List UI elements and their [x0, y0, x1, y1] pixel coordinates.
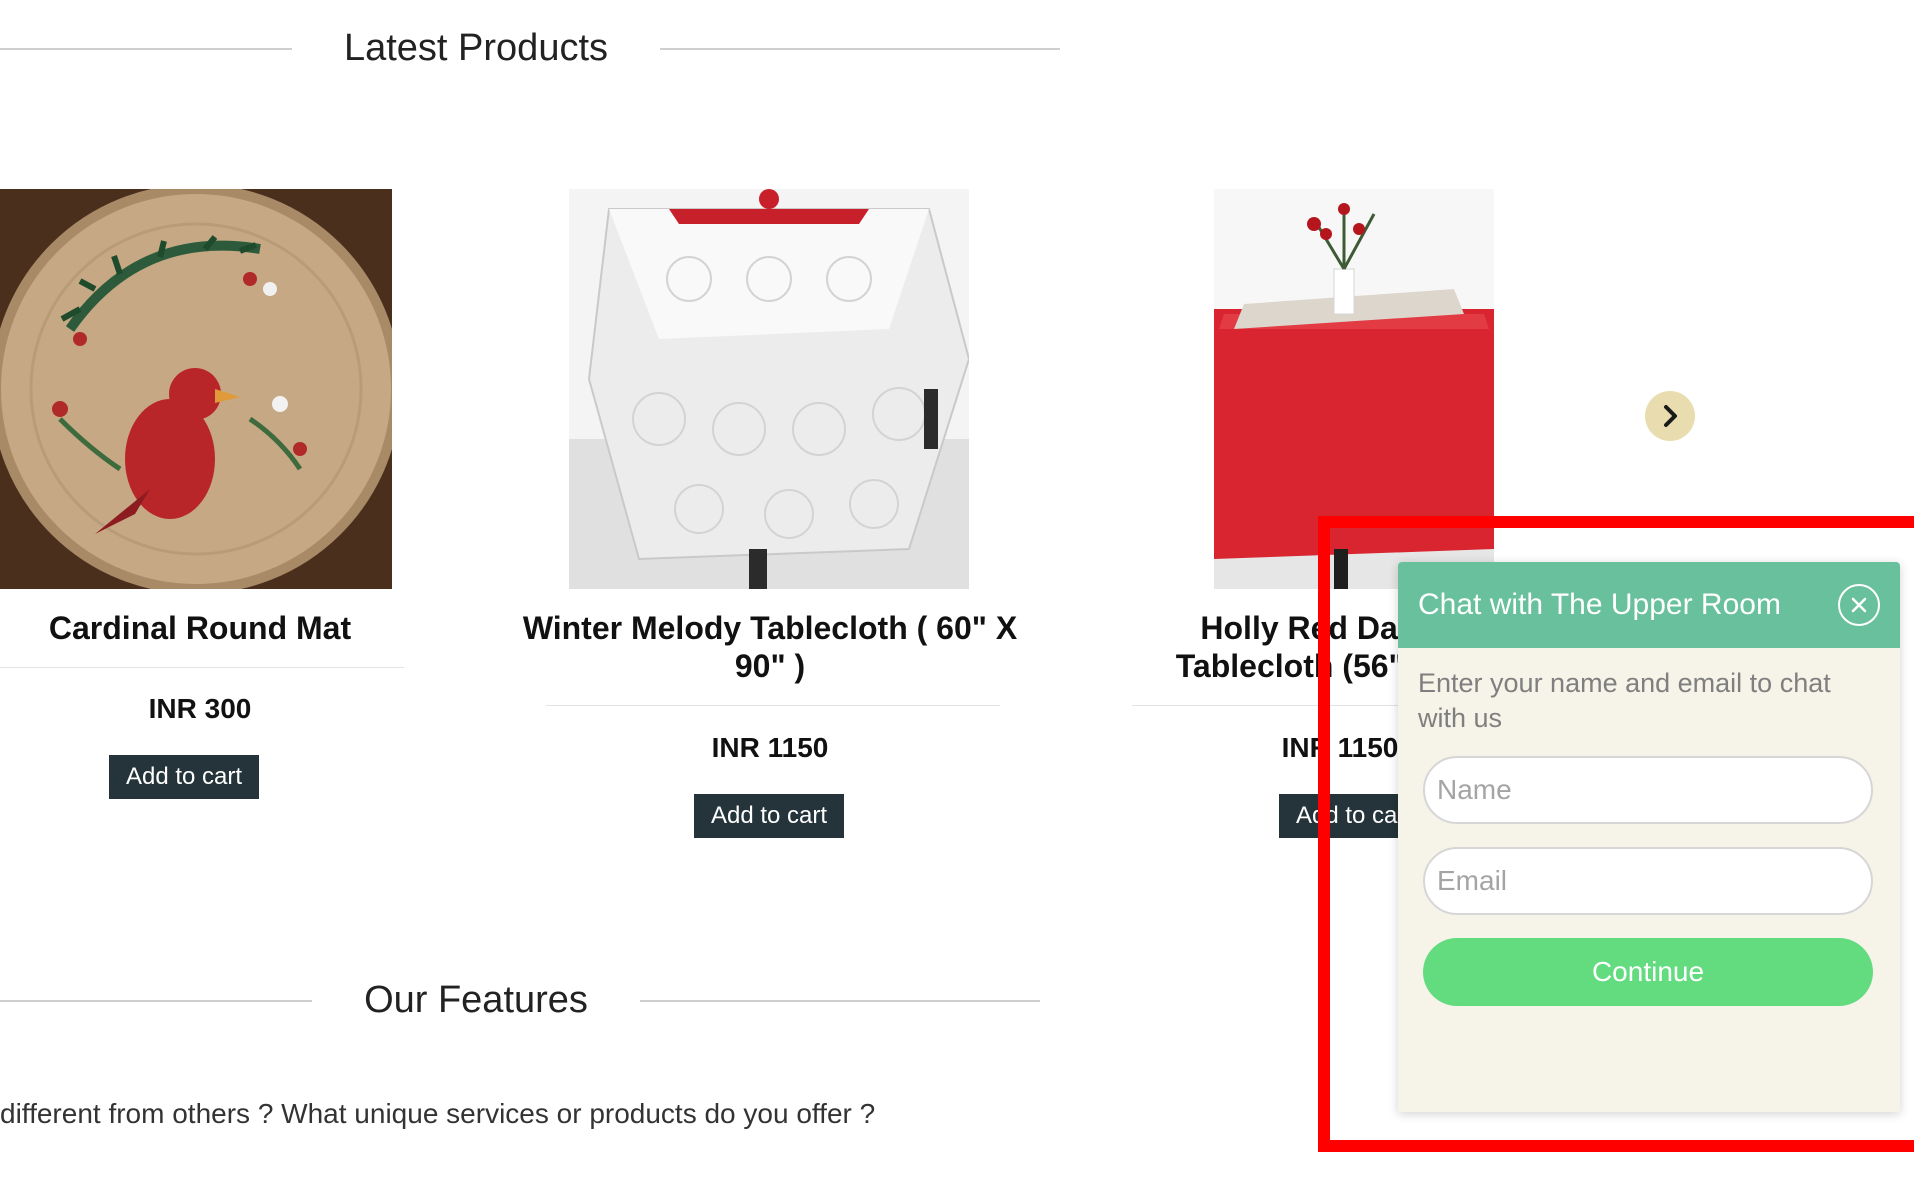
product-divider — [546, 705, 1000, 706]
chat-name-input[interactable] — [1423, 756, 1873, 824]
product-image[interactable] — [1214, 189, 1494, 589]
chat-email-input[interactable] — [1423, 847, 1873, 915]
close-icon — [1851, 597, 1867, 613]
add-to-cart-button[interactable]: Add to cart — [109, 755, 259, 799]
product-divider — [0, 667, 404, 668]
heading-divider-left — [0, 1000, 312, 1002]
product-name[interactable]: Winter Melody Tablecloth ( 60" X 90" ) — [510, 609, 1030, 685]
chat-widget: Chat with The Upper Room Enter your name… — [1398, 562, 1900, 1112]
heading-divider-right — [660, 48, 1060, 50]
heading-divider-right — [640, 1000, 1040, 1002]
our-features-title: Our Features — [364, 979, 588, 1021]
latest-products-title: Latest Products — [343, 27, 609, 69]
chat-continue-button[interactable]: Continue — [1423, 938, 1873, 1006]
product-card: Cardinal Round Mat INR 300 Add to cart — [0, 189, 404, 809]
product-price: INR 300 — [148, 693, 252, 724]
product-name[interactable]: Cardinal Round Mat — [0, 609, 400, 647]
product-image[interactable] — [569, 189, 969, 589]
our-features-heading: Our Features — [0, 970, 1060, 1030]
chat-header: Chat with The Upper Room — [1398, 562, 1900, 648]
chevron-right-icon — [1664, 405, 1677, 427]
add-to-cart-button[interactable]: Add to cart — [694, 794, 844, 838]
chat-title: Chat with The Upper Room — [1418, 588, 1781, 621]
carousel-next-button[interactable] — [1645, 391, 1695, 441]
heading-divider-left — [0, 48, 292, 50]
features-description: different from others ? What unique serv… — [0, 1098, 876, 1129]
chat-close-button[interactable] — [1838, 584, 1880, 626]
product-price: INR 1150 — [711, 732, 829, 763]
chat-prompt-text: Enter your name and email to chat with u… — [1418, 668, 1831, 733]
product-card: Winter Melody Tablecloth ( 60" X 90" ) I… — [510, 189, 1030, 849]
product-image[interactable] — [0, 189, 392, 589]
latest-products-heading: Latest Products — [0, 18, 1060, 78]
